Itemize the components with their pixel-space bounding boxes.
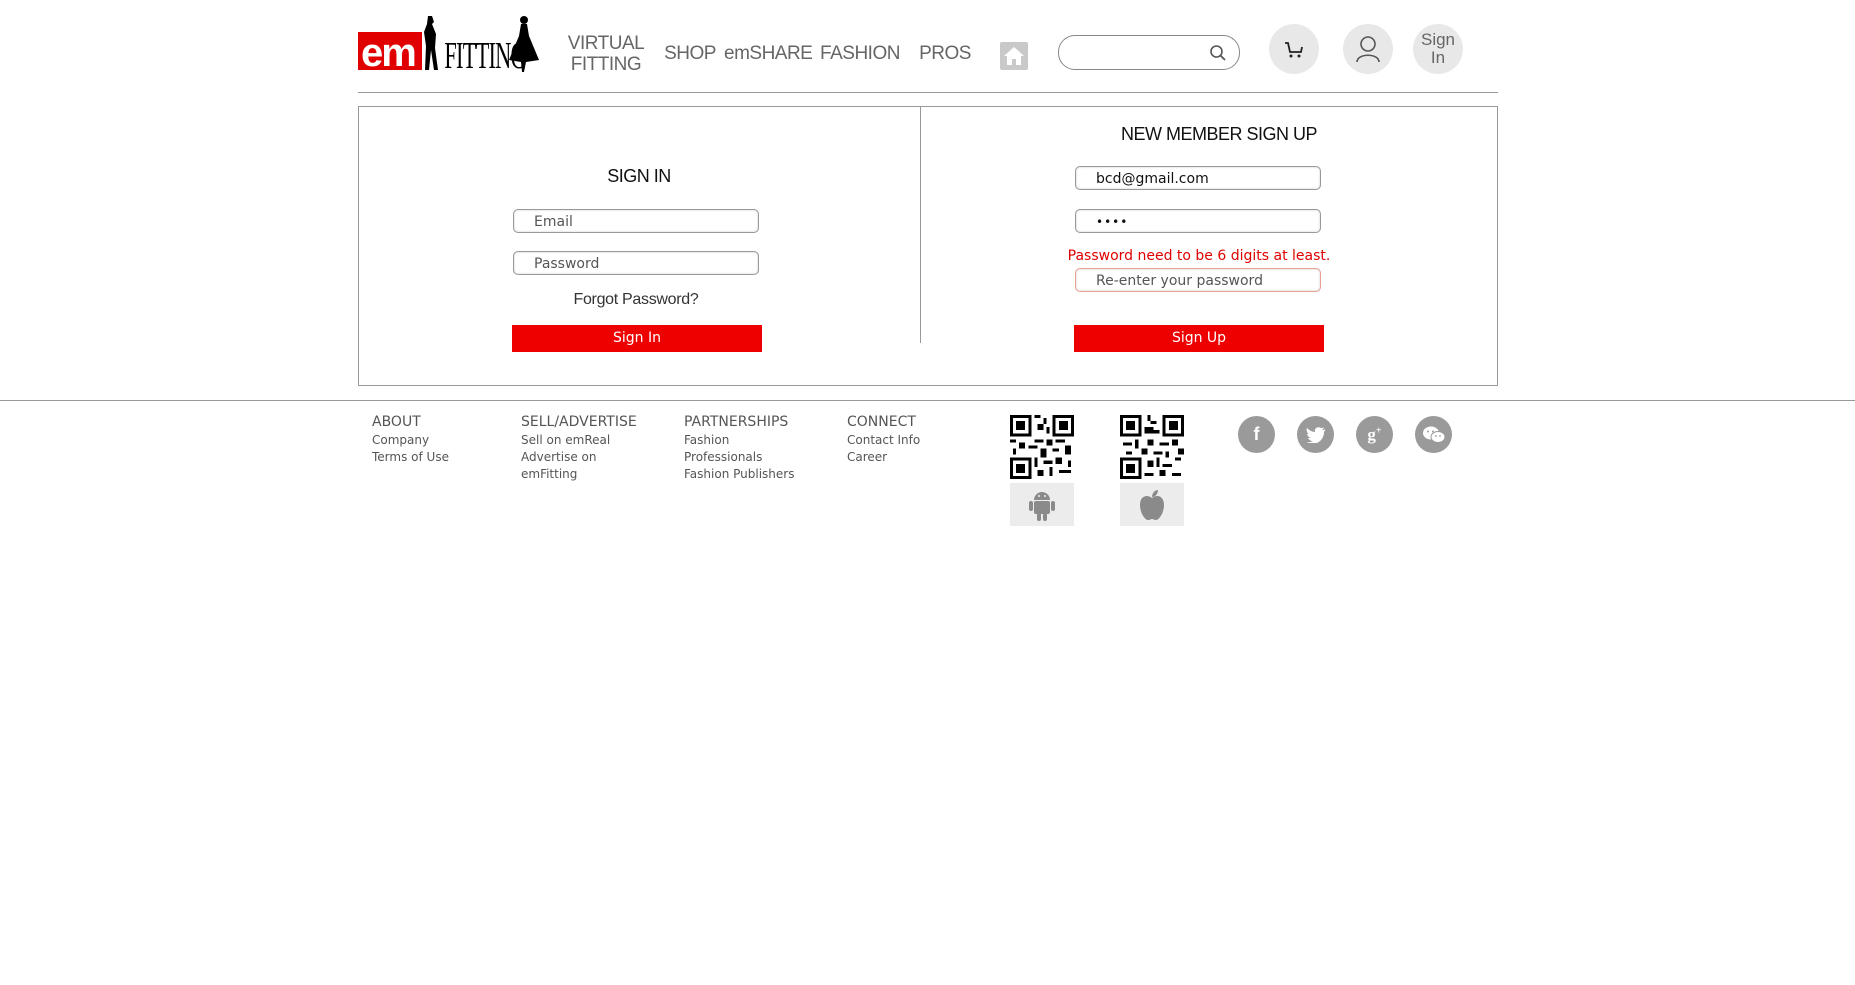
site-header: em FITTING VIRTUAL FITTING SHOP emSHARE … (358, 0, 1498, 93)
footer-about: ABOUT Company Terms of Use (372, 414, 449, 466)
twitter-icon (1305, 426, 1325, 443)
footer-connect-title: CONNECT (847, 414, 916, 430)
footer-link-career[interactable]: Career (847, 449, 920, 466)
cart-icon (1285, 42, 1303, 58)
account-button[interactable] (1343, 24, 1393, 74)
signin-title: SIGN IN (607, 166, 671, 186)
footer-sell-title: SELL/ADVERTISE (521, 414, 637, 430)
search-input[interactable] (1058, 35, 1240, 70)
emfitting-logo[interactable]: em FITTING (358, 14, 540, 77)
logo-em-text: em (361, 31, 415, 72)
footer-partnerships: PARTNERSHIPS Fashion Professionals Fashi… (684, 414, 794, 483)
nav-shop[interactable]: SHOP (658, 43, 722, 64)
apple-icon (1140, 489, 1164, 520)
twitter-button[interactable] (1297, 416, 1334, 453)
signin-email-field[interactable]: Email (513, 209, 759, 233)
footer-link-contact[interactable]: Contact Info (847, 432, 920, 449)
signin-header-button[interactable]: Sign In (1413, 24, 1463, 74)
footer-link-fashion[interactable]: Fashion (684, 432, 794, 449)
footer-link-terms[interactable]: Terms of Use (372, 449, 449, 466)
signup-reenter-password-field[interactable]: Re-enter your password (1075, 268, 1321, 292)
auth-panel: SIGN IN Email Password Forgot Password? … (358, 106, 1498, 386)
footer-divider (0, 400, 1855, 401)
footer-link-advertise[interactable]: Advertise on (521, 449, 637, 466)
signup-title: NEW MEMBER SIGN UP (1120, 124, 1318, 144)
qr-code-icon (1010, 415, 1074, 479)
google-plus-icon: g+ (1367, 424, 1382, 444)
search-icon[interactable] (1209, 44, 1227, 62)
footer-about-title: ABOUT (372, 414, 421, 430)
footer-connect: CONNECT Contact Info Career (847, 414, 920, 466)
footer-link-fashion-publishers[interactable]: Fashion Publishers (684, 466, 794, 483)
facebook-icon: f (1253, 424, 1260, 444)
nav-pros[interactable]: PROS (915, 43, 975, 64)
nav-emshare[interactable]: emSHARE (724, 43, 813, 64)
wechat-button[interactable] (1415, 416, 1452, 453)
signin-header-line1: Sign (1420, 30, 1456, 49)
signin-header-line2: In (1430, 48, 1446, 67)
cart-button[interactable] (1269, 24, 1319, 74)
signup-email-field[interactable]: bcd@gmail.com (1075, 166, 1321, 190)
home-button[interactable] (1000, 42, 1028, 70)
footer-partnerships-title: PARTNERSHIPS (684, 414, 789, 430)
panel-divider (920, 107, 921, 343)
signup-button[interactable]: Sign Up (1074, 325, 1324, 352)
qr-code-icon (1120, 415, 1184, 479)
forgot-password-link[interactable]: Forgot Password? (536, 291, 736, 309)
home-icon (1004, 47, 1024, 65)
footer-link-emfitting[interactable]: emFitting (521, 466, 637, 483)
password-error-message: Password need to be 6 digits at least. (1067, 248, 1331, 264)
nav-virtual-fitting[interactable]: VIRTUAL FITTING (566, 33, 646, 75)
signin-button[interactable]: Sign In (512, 325, 762, 352)
facebook-button[interactable]: f (1238, 416, 1275, 453)
footer-link-professionals[interactable]: Professionals (684, 449, 794, 466)
footer-link-sell-emreal[interactable]: Sell on emReal (521, 432, 637, 449)
footer-link-company[interactable]: Company (372, 432, 449, 449)
android-icon (1029, 491, 1055, 521)
nav-virtual-fitting-line1: VIRTUAL (567, 33, 645, 54)
footer-sell: SELL/ADVERTISE Sell on emReal Advertise … (521, 414, 637, 483)
user-icon (1356, 36, 1380, 63)
nav-fashion[interactable]: FASHION (819, 43, 901, 64)
google-plus-button[interactable]: g+ (1356, 416, 1393, 453)
signup-password-field[interactable]: •••• (1075, 209, 1321, 233)
wechat-icon (1422, 426, 1445, 443)
ios-app-download[interactable] (1120, 415, 1184, 526)
signin-password-field[interactable]: Password (513, 251, 759, 275)
android-app-download[interactable] (1010, 415, 1074, 526)
nav-virtual-fitting-line2: FITTING (570, 54, 642, 75)
